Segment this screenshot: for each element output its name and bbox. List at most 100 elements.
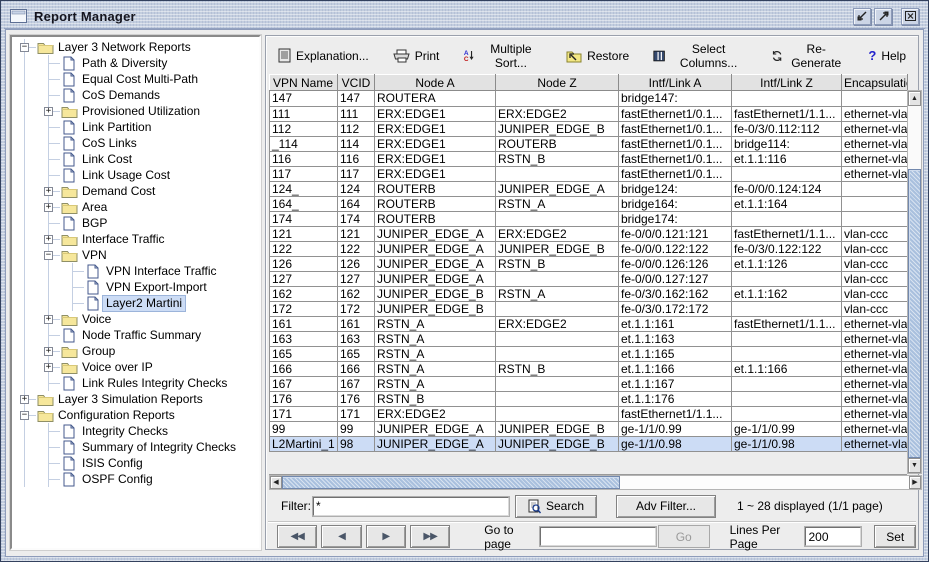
tree-item[interactable]: Integrity Checks (13, 423, 259, 439)
table-row[interactable]: 127127JUNIPER_EDGE_Afe-0/0/0.127:127vlan… (270, 271, 908, 286)
tree-item[interactable]: CoS Demands (13, 87, 259, 103)
first-page-button[interactable]: ◀◀ (277, 525, 317, 548)
table-row[interactable]: 174174ROUTERBbridge174: (270, 211, 908, 226)
tree-expander-plus-icon[interactable]: + (37, 343, 59, 359)
table-row[interactable]: 161161RSTN_AERX:EDGE2et.1.1:161fastEther… (270, 316, 908, 331)
tree-item[interactable]: Layer2 Martini (13, 295, 259, 311)
tree-item[interactable]: VPN Export-Import (13, 279, 259, 295)
table-row[interactable]: 172172JUNIPER_EDGE_Bfe-0/3/0.172:172vlan… (270, 301, 908, 316)
column-header[interactable]: VPN Name (270, 75, 338, 91)
tree-item[interactable]: +Area (13, 199, 259, 215)
table-row[interactable]: 124_124ROUTERBJUNIPER_EDGE_Abridge124:fe… (270, 181, 908, 196)
previous-page-button[interactable]: ◀ (321, 525, 361, 548)
go-button[interactable]: Go (658, 525, 710, 548)
tree-expander-minus-icon[interactable]: − (37, 247, 59, 263)
close-button[interactable] (901, 8, 919, 25)
horizontal-scroll-thumb[interactable] (282, 476, 620, 489)
tree-expander-plus-icon[interactable]: + (37, 231, 59, 247)
set-button[interactable]: Set (874, 525, 916, 548)
tree-item[interactable]: +Layer 3 Simulation Reports (13, 391, 259, 407)
tree-item[interactable]: −Configuration Reports (13, 407, 259, 423)
column-header[interactable]: Encapsulation (842, 75, 908, 91)
tree-item[interactable]: +Group (13, 343, 259, 359)
iconify-button[interactable] (853, 8, 871, 25)
table-row[interactable]: _114114ERX:EDGE1ROUTERBfastEthernet1/0.1… (270, 136, 908, 151)
tree-item[interactable]: Equal Cost Multi-Path (13, 71, 259, 87)
tree-expander-plus-icon[interactable]: + (37, 311, 59, 327)
tree-item[interactable]: +Demand Cost (13, 183, 259, 199)
tree-item[interactable]: +Voice (13, 311, 259, 327)
explanation-button[interactable]: Explanation... (276, 46, 371, 65)
table-row[interactable]: 162162JUNIPER_EDGE_BRSTN_Afe-0/3/0.162:1… (270, 286, 908, 301)
report-table[interactable]: 147147ROUTERAbridge147:111111ERX:EDGE1ER… (269, 91, 907, 452)
table-row[interactable]: 167167RSTN_Aet.1.1:167ethernet-vlan (270, 376, 908, 391)
search-button[interactable]: Search (515, 495, 597, 518)
table-row[interactable]: 112112ERX:EDGE1JUNIPER_EDGE_BfastEtherne… (270, 121, 908, 136)
table-row[interactable]: 165165RSTN_Aet.1.1:165ethernet-vlan (270, 346, 908, 361)
tree-expander-plus-icon[interactable]: + (13, 391, 35, 407)
restore-button[interactable]: Restore (564, 47, 631, 65)
filter-input[interactable] (313, 497, 509, 516)
table-header-row[interactable]: VPN NameVCIDNode ANode ZIntf/Link AIntf/… (270, 75, 908, 91)
tree-expander-minus-icon[interactable]: − (13, 407, 35, 423)
column-header[interactable]: Intf/Link Z (732, 75, 842, 91)
select-columns-button[interactable]: Select Columns... (651, 40, 749, 72)
scroll-left-button[interactable]: ◀ (270, 476, 282, 489)
tree-expander-plus-icon[interactable]: + (37, 359, 59, 375)
tree-item[interactable]: CoS Links (13, 135, 259, 151)
scroll-down-button[interactable]: ▼ (908, 458, 921, 473)
tree-item[interactable]: Node Traffic Summary (13, 327, 259, 343)
titlebar[interactable]: Report Manager (4, 4, 925, 29)
table-row[interactable]: L2Martini_198JUNIPER_EDGE_AJUNIPER_EDGE_… (270, 436, 908, 451)
tree-expander-plus-icon[interactable]: + (37, 183, 59, 199)
tree-item[interactable]: −Layer 3 Network Reports (13, 39, 259, 55)
table-row[interactable]: 121121JUNIPER_EDGE_AERX:EDGE2fe-0/0/0.12… (270, 226, 908, 241)
tree-item[interactable]: VPN Interface Traffic (13, 263, 259, 279)
table-row[interactable]: 176176RSTN_Bet.1.1:176ethernet-vlan (270, 391, 908, 406)
tree-item[interactable]: Link Partition (13, 119, 259, 135)
tree-expander-plus-icon[interactable]: + (37, 103, 59, 119)
tree-item[interactable]: Link Rules Integrity Checks (13, 375, 259, 391)
maximize-button[interactable] (874, 8, 892, 25)
next-page-button[interactable]: ▶ (366, 525, 406, 548)
tree-expander-minus-icon[interactable]: − (13, 39, 35, 55)
tree-item[interactable]: Path & Diversity (13, 55, 259, 71)
table-row[interactable]: 147147ROUTERAbridge147: (270, 91, 908, 106)
goto-page-input[interactable] (540, 527, 656, 546)
tree-expander-plus-icon[interactable]: + (37, 199, 59, 215)
tree-item[interactable]: OSPF Config (13, 471, 259, 487)
table-row[interactable]: 163163RSTN_Aet.1.1:163ethernet-vlan (270, 331, 908, 346)
table-row[interactable]: 122122JUNIPER_EDGE_AJUNIPER_EDGE_Bfe-0/0… (270, 241, 908, 256)
tree-item[interactable]: +Interface Traffic (13, 231, 259, 247)
print-button[interactable]: Print (391, 47, 442, 65)
tree-item[interactable]: ISIS Config (13, 455, 259, 471)
last-page-button[interactable]: ▶▶ (410, 525, 450, 548)
tree-item[interactable]: +Voice over IP (13, 359, 259, 375)
scroll-up-button[interactable]: ▲ (908, 91, 921, 106)
tree-item[interactable]: Summary of Integrity Checks (13, 439, 259, 455)
table-row[interactable]: 111111ERX:EDGE1ERX:EDGE2fastEthernet1/0.… (270, 106, 908, 121)
report-tree-panel[interactable]: −Layer 3 Network ReportsPath & Diversity… (10, 35, 261, 550)
tree-item[interactable]: +Provisioned Utilization (13, 103, 259, 119)
help-button[interactable]: ? Help (866, 46, 908, 65)
tree-item[interactable]: −VPN (13, 247, 259, 263)
column-header[interactable]: Node Z (496, 75, 619, 91)
tree-item[interactable]: BGP (13, 215, 259, 231)
table-row[interactable]: 171171ERX:EDGE2fastEthernet1/1.1...ether… (270, 406, 908, 421)
scroll-right-button[interactable]: ▶ (909, 476, 921, 489)
vertical-scroll-thumb[interactable] (908, 169, 921, 458)
table-row[interactable]: 9999JUNIPER_EDGE_AJUNIPER_EDGE_Bge-1/1/0… (270, 421, 908, 436)
horizontal-scrollbar[interactable]: ◀ ▶ (269, 475, 922, 490)
vertical-scrollbar[interactable]: ▲ ▼ (907, 90, 922, 474)
column-header[interactable]: VCID (338, 75, 375, 91)
table-row[interactable]: 126126JUNIPER_EDGE_ARSTN_Bfe-0/0/0.126:1… (270, 256, 908, 271)
tree-item[interactable]: Link Cost (13, 151, 259, 167)
column-header[interactable]: Intf/Link A (619, 75, 732, 91)
table-row[interactable]: 164_164ROUTERBRSTN_Abridge164:et.1.1:164 (270, 196, 908, 211)
table-row[interactable]: 116116ERX:EDGE1RSTN_BfastEthernet1/0.1..… (270, 151, 908, 166)
regenerate-button[interactable]: Re-Generate (769, 40, 846, 72)
table-row[interactable]: 166166RSTN_ARSTN_Bet.1.1:166et.1.1:166et… (270, 361, 908, 376)
multiple-sort-button[interactable]: A C Multiple Sort... (461, 40, 544, 72)
table-row[interactable]: 117117ERX:EDGE1fastEthernet1/0.1...ether… (270, 166, 908, 181)
column-header[interactable]: Node A (375, 75, 496, 91)
